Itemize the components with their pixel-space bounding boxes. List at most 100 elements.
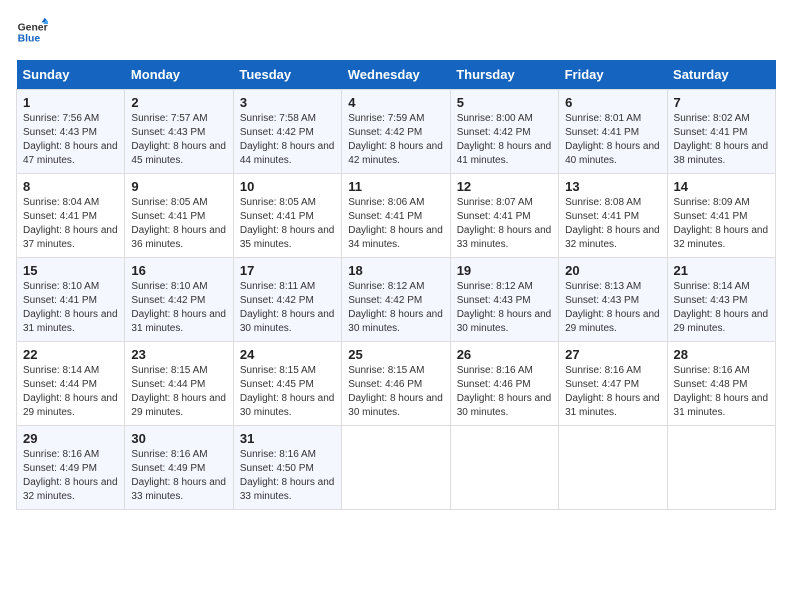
day-detail: Sunrise: 8:13 AMSunset: 4:43 PMDaylight:…	[565, 280, 660, 336]
day-number: 19	[457, 263, 552, 278]
weekday-header-cell: Tuesday	[233, 60, 341, 90]
day-detail: Sunrise: 8:10 AMSunset: 4:42 PMDaylight:…	[131, 280, 226, 336]
day-number: 4	[348, 95, 443, 110]
day-number: 11	[348, 179, 443, 194]
header: General Blue	[16, 16, 776, 48]
day-detail: Sunrise: 8:10 AMSunset: 4:41 PMDaylight:…	[23, 280, 118, 336]
calendar-week-row: 22 Sunrise: 8:14 AMSunset: 4:44 PMDaylig…	[17, 342, 776, 426]
calendar-cell: 25 Sunrise: 8:15 AMSunset: 4:46 PMDaylig…	[342, 342, 450, 426]
day-number: 25	[348, 347, 443, 362]
calendar-cell: 3 Sunrise: 7:58 AMSunset: 4:42 PMDayligh…	[233, 90, 341, 174]
day-detail: Sunrise: 8:14 AMSunset: 4:43 PMDaylight:…	[674, 280, 769, 336]
calendar-cell: 15 Sunrise: 8:10 AMSunset: 4:41 PMDaylig…	[17, 258, 125, 342]
day-number: 20	[565, 263, 660, 278]
calendar-cell: 14 Sunrise: 8:09 AMSunset: 4:41 PMDaylig…	[667, 174, 775, 258]
day-number: 27	[565, 347, 660, 362]
day-number: 31	[240, 431, 335, 446]
day-number: 16	[131, 263, 226, 278]
calendar-cell: 18 Sunrise: 8:12 AMSunset: 4:42 PMDaylig…	[342, 258, 450, 342]
calendar-cell: 5 Sunrise: 8:00 AMSunset: 4:42 PMDayligh…	[450, 90, 558, 174]
logo-icon: General Blue	[16, 16, 48, 48]
day-detail: Sunrise: 8:16 AMSunset: 4:48 PMDaylight:…	[674, 364, 769, 420]
calendar-cell	[450, 426, 558, 510]
day-detail: Sunrise: 8:07 AMSunset: 4:41 PMDaylight:…	[457, 196, 552, 252]
calendar-cell: 10 Sunrise: 8:05 AMSunset: 4:41 PMDaylig…	[233, 174, 341, 258]
calendar-week-row: 29 Sunrise: 8:16 AMSunset: 4:49 PMDaylig…	[17, 426, 776, 510]
day-number: 24	[240, 347, 335, 362]
day-detail: Sunrise: 8:16 AMSunset: 4:49 PMDaylight:…	[23, 448, 118, 504]
day-detail: Sunrise: 8:15 AMSunset: 4:44 PMDaylight:…	[131, 364, 226, 420]
logo: General Blue	[16, 16, 48, 48]
calendar-cell: 22 Sunrise: 8:14 AMSunset: 4:44 PMDaylig…	[17, 342, 125, 426]
calendar-cell: 21 Sunrise: 8:14 AMSunset: 4:43 PMDaylig…	[667, 258, 775, 342]
day-detail: Sunrise: 8:05 AMSunset: 4:41 PMDaylight:…	[240, 196, 335, 252]
day-detail: Sunrise: 8:02 AMSunset: 4:41 PMDaylight:…	[674, 112, 769, 168]
calendar-cell: 20 Sunrise: 8:13 AMSunset: 4:43 PMDaylig…	[559, 258, 667, 342]
day-number: 8	[23, 179, 118, 194]
day-number: 30	[131, 431, 226, 446]
day-number: 18	[348, 263, 443, 278]
day-number: 5	[457, 95, 552, 110]
calendar-cell	[342, 426, 450, 510]
day-number: 12	[457, 179, 552, 194]
calendar-cell: 9 Sunrise: 8:05 AMSunset: 4:41 PMDayligh…	[125, 174, 233, 258]
calendar-cell: 13 Sunrise: 8:08 AMSunset: 4:41 PMDaylig…	[559, 174, 667, 258]
calendar-cell: 28 Sunrise: 8:16 AMSunset: 4:48 PMDaylig…	[667, 342, 775, 426]
calendar-cell: 8 Sunrise: 8:04 AMSunset: 4:41 PMDayligh…	[17, 174, 125, 258]
day-number: 14	[674, 179, 769, 194]
day-detail: Sunrise: 8:11 AMSunset: 4:42 PMDaylight:…	[240, 280, 335, 336]
day-detail: Sunrise: 8:01 AMSunset: 4:41 PMDaylight:…	[565, 112, 660, 168]
calendar-cell: 26 Sunrise: 8:16 AMSunset: 4:46 PMDaylig…	[450, 342, 558, 426]
day-number: 9	[131, 179, 226, 194]
calendar-cell: 30 Sunrise: 8:16 AMSunset: 4:49 PMDaylig…	[125, 426, 233, 510]
day-detail: Sunrise: 8:16 AMSunset: 4:49 PMDaylight:…	[131, 448, 226, 504]
day-detail: Sunrise: 8:12 AMSunset: 4:42 PMDaylight:…	[348, 280, 443, 336]
day-detail: Sunrise: 7:58 AMSunset: 4:42 PMDaylight:…	[240, 112, 335, 168]
weekday-header-cell: Wednesday	[342, 60, 450, 90]
day-detail: Sunrise: 8:06 AMSunset: 4:41 PMDaylight:…	[348, 196, 443, 252]
day-detail: Sunrise: 8:16 AMSunset: 4:50 PMDaylight:…	[240, 448, 335, 504]
day-detail: Sunrise: 7:59 AMSunset: 4:42 PMDaylight:…	[348, 112, 443, 168]
day-detail: Sunrise: 8:09 AMSunset: 4:41 PMDaylight:…	[674, 196, 769, 252]
calendar-cell: 4 Sunrise: 7:59 AMSunset: 4:42 PMDayligh…	[342, 90, 450, 174]
calendar-cell: 27 Sunrise: 8:16 AMSunset: 4:47 PMDaylig…	[559, 342, 667, 426]
weekday-header-cell: Sunday	[17, 60, 125, 90]
calendar-week-row: 1 Sunrise: 7:56 AMSunset: 4:43 PMDayligh…	[17, 90, 776, 174]
day-detail: Sunrise: 8:16 AMSunset: 4:46 PMDaylight:…	[457, 364, 552, 420]
svg-text:General: General	[18, 22, 48, 33]
day-number: 29	[23, 431, 118, 446]
calendar-week-row: 15 Sunrise: 8:10 AMSunset: 4:41 PMDaylig…	[17, 258, 776, 342]
calendar-cell: 7 Sunrise: 8:02 AMSunset: 4:41 PMDayligh…	[667, 90, 775, 174]
calendar-cell: 17 Sunrise: 8:11 AMSunset: 4:42 PMDaylig…	[233, 258, 341, 342]
calendar-cell: 23 Sunrise: 8:15 AMSunset: 4:44 PMDaylig…	[125, 342, 233, 426]
svg-text:Blue: Blue	[18, 34, 41, 45]
weekday-header-cell: Saturday	[667, 60, 775, 90]
day-number: 10	[240, 179, 335, 194]
day-detail: Sunrise: 8:04 AMSunset: 4:41 PMDaylight:…	[23, 196, 118, 252]
calendar-cell: 24 Sunrise: 8:15 AMSunset: 4:45 PMDaylig…	[233, 342, 341, 426]
day-number: 1	[23, 95, 118, 110]
day-number: 15	[23, 263, 118, 278]
day-number: 21	[674, 263, 769, 278]
day-number: 2	[131, 95, 226, 110]
weekday-header-cell: Monday	[125, 60, 233, 90]
calendar-cell: 1 Sunrise: 7:56 AMSunset: 4:43 PMDayligh…	[17, 90, 125, 174]
day-number: 28	[674, 347, 769, 362]
calendar-cell: 16 Sunrise: 8:10 AMSunset: 4:42 PMDaylig…	[125, 258, 233, 342]
calendar-body: 1 Sunrise: 7:56 AMSunset: 4:43 PMDayligh…	[17, 90, 776, 510]
calendar-table: SundayMondayTuesdayWednesdayThursdayFrid…	[16, 60, 776, 510]
day-detail: Sunrise: 8:16 AMSunset: 4:47 PMDaylight:…	[565, 364, 660, 420]
day-number: 13	[565, 179, 660, 194]
calendar-cell: 2 Sunrise: 7:57 AMSunset: 4:43 PMDayligh…	[125, 90, 233, 174]
day-detail: Sunrise: 8:15 AMSunset: 4:45 PMDaylight:…	[240, 364, 335, 420]
day-detail: Sunrise: 7:57 AMSunset: 4:43 PMDaylight:…	[131, 112, 226, 168]
calendar-cell: 31 Sunrise: 8:16 AMSunset: 4:50 PMDaylig…	[233, 426, 341, 510]
day-detail: Sunrise: 8:08 AMSunset: 4:41 PMDaylight:…	[565, 196, 660, 252]
calendar-cell: 11 Sunrise: 8:06 AMSunset: 4:41 PMDaylig…	[342, 174, 450, 258]
day-detail: Sunrise: 8:05 AMSunset: 4:41 PMDaylight:…	[131, 196, 226, 252]
calendar-cell: 6 Sunrise: 8:01 AMSunset: 4:41 PMDayligh…	[559, 90, 667, 174]
day-number: 17	[240, 263, 335, 278]
day-number: 23	[131, 347, 226, 362]
calendar-cell: 19 Sunrise: 8:12 AMSunset: 4:43 PMDaylig…	[450, 258, 558, 342]
day-number: 22	[23, 347, 118, 362]
